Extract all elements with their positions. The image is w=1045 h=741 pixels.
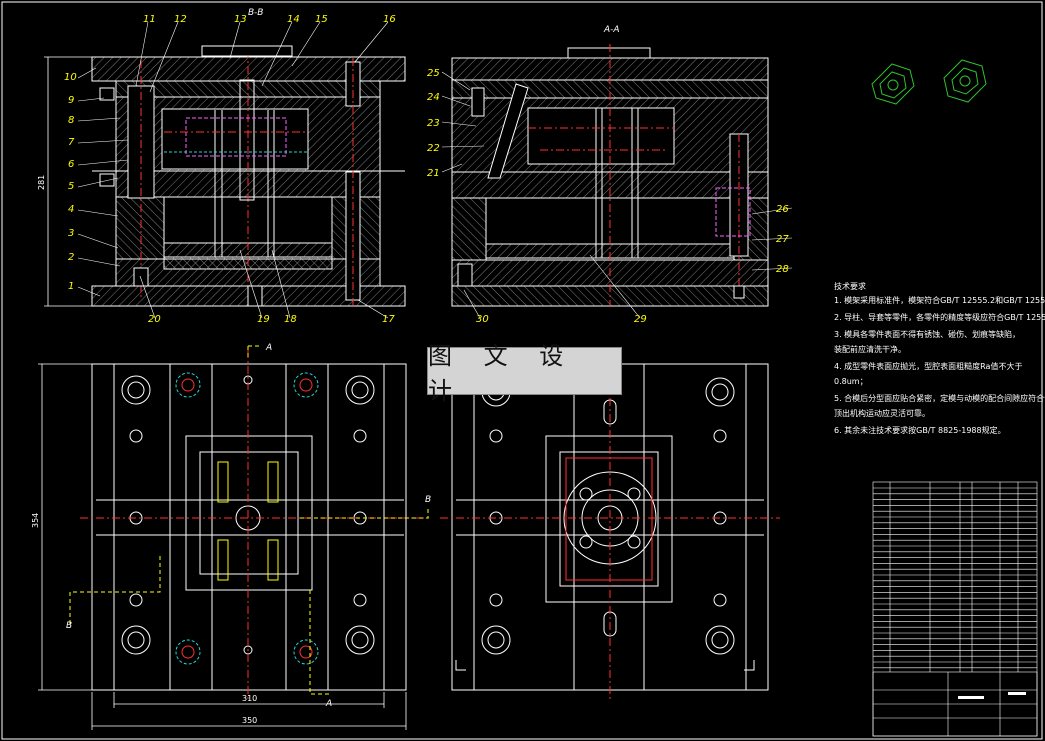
tech-req-item-3: 3. 模具各零件表面不得有锈蚀、碰伤、划痕等缺陷，: [834, 329, 1020, 339]
tech-req-item-4: 装配前应清洗干净。: [834, 344, 906, 354]
section-label-aa: A-A: [603, 25, 620, 35]
part-label-20: 20: [148, 314, 161, 325]
part-label-21: 21: [427, 168, 440, 179]
part-label-26: 26: [776, 204, 789, 215]
part-label-27: 27: [776, 234, 789, 245]
part-label-10: 10: [64, 72, 77, 83]
part-label-11: 11: [143, 14, 156, 25]
dimension-354-label: 354: [31, 513, 40, 528]
part-label-4: 4: [68, 204, 74, 215]
part-label-9: 9: [68, 95, 74, 106]
part-label-30: 30: [476, 314, 489, 325]
parts-list-rows: [873, 487, 1037, 669]
tech-req-item-5: 4. 成型零件表面应抛光，型腔表面粗糙度Ra值不大于: [834, 361, 1022, 371]
plan-view-left: [91, 363, 407, 691]
part-label-14: 14: [287, 14, 300, 25]
part-label-8: 8: [68, 115, 74, 126]
dimension-350-label: 350: [242, 716, 257, 725]
tech-req-item-9: 6. 其余未注技术要求按GB/T 8825-1988规定。: [834, 425, 1006, 435]
part-label-17: 17: [382, 314, 395, 325]
tech-req-item-7: 5. 合模后分型面应贴合紧密，定模与动模的配合间隙应符合设计要求，: [834, 393, 1045, 403]
part-label-1: 1: [68, 281, 74, 292]
section-label-bb: B-B: [248, 8, 263, 18]
cut-label-b-left: B: [66, 621, 72, 631]
title-block-marks: [958, 692, 1026, 699]
section-bb-view: [91, 45, 406, 307]
tech-req-title: 技术要求: [834, 281, 866, 291]
part-label-19: 19: [257, 314, 270, 325]
parts-list-table: [872, 481, 1038, 737]
part-label-6: 6: [68, 159, 74, 170]
cut-label-b-right: B: [425, 495, 431, 505]
watermark-text: 图 文 设 计: [428, 342, 576, 405]
part-label-25: 25: [427, 68, 440, 79]
watermark: 图 文 设 计: [427, 342, 622, 405]
dimension-310-label: 310: [242, 694, 257, 703]
part-label-23: 23: [427, 118, 440, 129]
dimension-lines-plan: [38, 363, 407, 730]
tech-req-item-1: 1. 模架采用标准件，模架符合GB/T 12555.2和GB/T 12556.2…: [834, 295, 1045, 305]
section-aa-view: [451, 44, 769, 307]
part-label-2: 2: [68, 252, 74, 263]
part-3d-thumbnail-left: [871, 63, 915, 105]
tech-req-item-8: 顶出机构运动应灵活可靠。: [834, 408, 930, 418]
part-label-5: 5: [68, 181, 74, 192]
part-label-3: 3: [68, 228, 74, 239]
part-label-13: 13: [234, 14, 247, 25]
part-label-16: 16: [383, 14, 396, 25]
part-label-28: 28: [776, 264, 789, 275]
part-label-18: 18: [284, 314, 297, 325]
part-3d-thumbnail-right: [943, 59, 987, 103]
part-label-22: 22: [427, 143, 440, 154]
part-label-15: 15: [315, 14, 328, 25]
technical-requirements: 技术要求 1. 模架采用标准件，模架符合GB/T 12555.2和GB/T 12…: [834, 281, 1045, 435]
part-label-12: 12: [174, 14, 187, 25]
tech-req-item-6: 0.8um；: [834, 377, 868, 386]
part-label-24: 24: [427, 92, 440, 103]
cut-label-a-top: A: [265, 343, 272, 353]
part-label-7: 7: [68, 137, 75, 148]
tech-req-item-2: 2. 导柱、导套等零件，各零件的精度等级应符合GB/T 12555.2和GB/T…: [834, 312, 1045, 322]
dimension-281-label: 281: [37, 175, 46, 190]
part-label-29: 29: [634, 314, 647, 325]
